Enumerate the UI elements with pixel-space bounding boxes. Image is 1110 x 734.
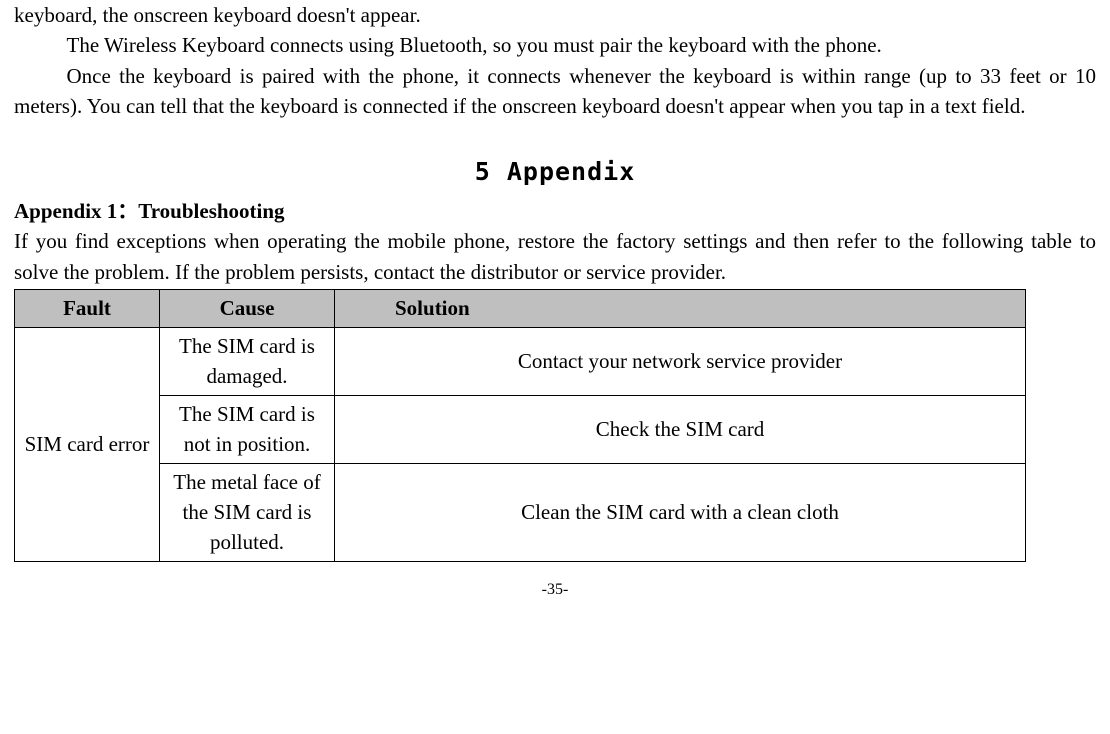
cell-fault: SIM card error: [15, 327, 160, 561]
table-header-row: Fault Cause Solution: [15, 290, 1026, 327]
header-fault: Fault: [15, 290, 160, 327]
table-row: The SIM card is not in position. Check t…: [15, 395, 1026, 463]
header-solution: Solution: [335, 290, 1026, 327]
troubleshooting-table: Fault Cause Solution SIM card error The …: [14, 289, 1026, 562]
body-text-line: keyboard, the onscreen keyboard doesn't …: [14, 0, 1096, 30]
cell-solution: Check the SIM card: [335, 395, 1026, 463]
cell-solution: Clean the SIM card with a clean cloth: [335, 463, 1026, 561]
appendix-intro: If you find exceptions when operating th…: [14, 226, 1096, 287]
body-text-line: The Wireless Keyboard connects using Blu…: [14, 30, 1096, 60]
header-cause: Cause: [160, 290, 335, 327]
cell-cause: The SIM card is not in position.: [160, 395, 335, 463]
page-number: -35-: [14, 578, 1096, 601]
table-row: The metal face of the SIM card is pollut…: [15, 463, 1026, 561]
section-title: 5 Appendix: [14, 154, 1096, 190]
table-row: SIM card error The SIM card is damaged. …: [15, 327, 1026, 395]
appendix-heading: Appendix 1：Troubleshooting: [14, 196, 1096, 226]
body-text-line: Once the keyboard is paired with the pho…: [14, 61, 1096, 122]
cell-cause: The SIM card is damaged.: [160, 327, 335, 395]
cell-cause: The metal face of the SIM card is pollut…: [160, 463, 335, 561]
cell-solution: Contact your network service provider: [335, 327, 1026, 395]
